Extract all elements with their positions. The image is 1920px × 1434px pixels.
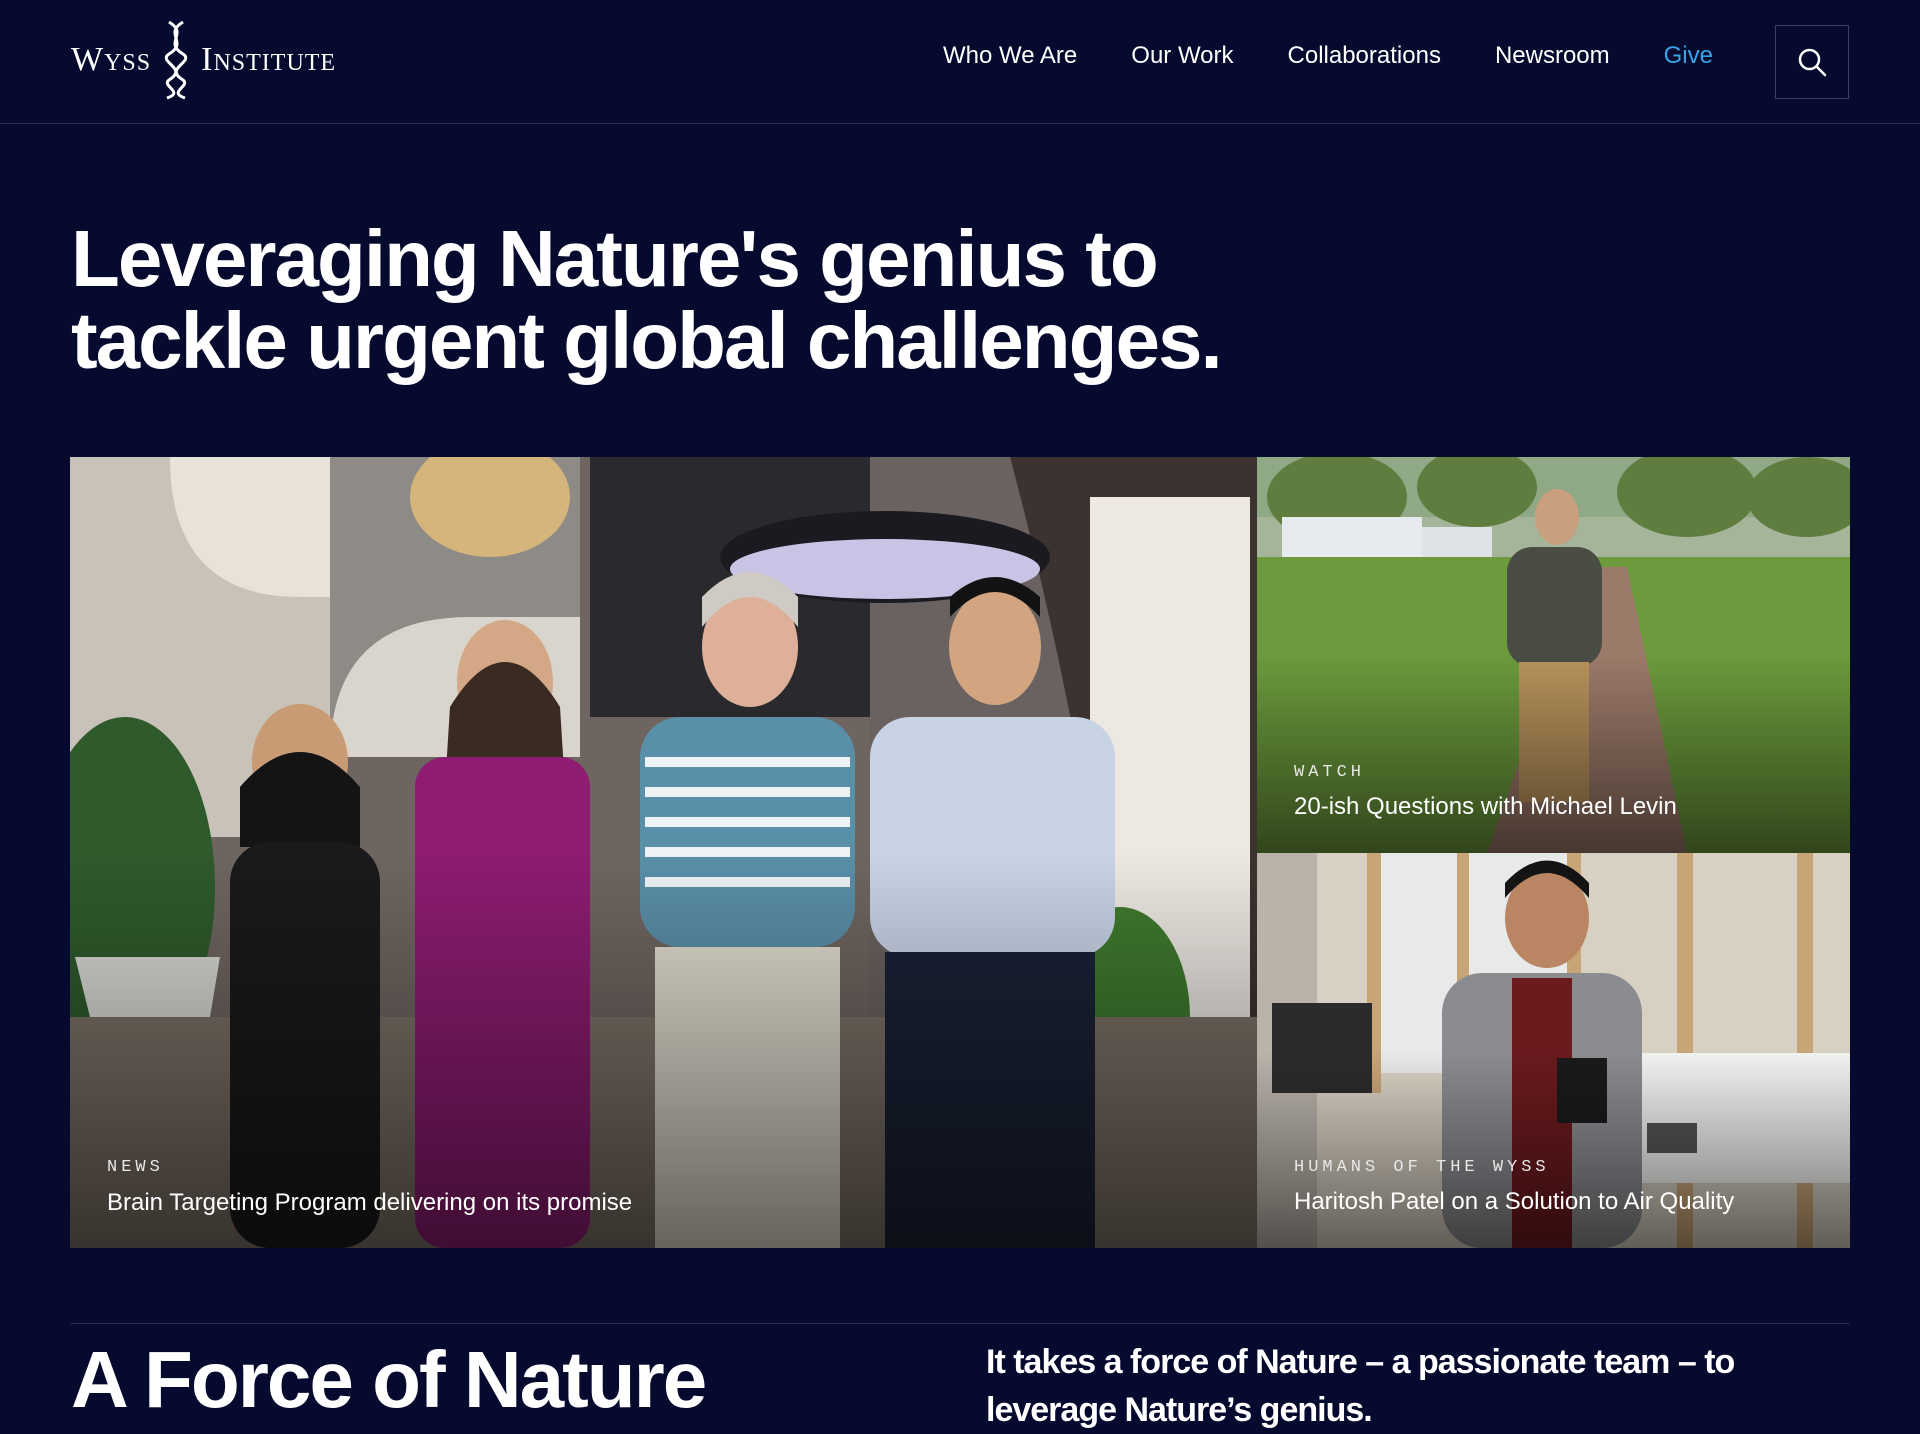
force-intro: It takes a force of Nature – a passionat…	[986, 1343, 1735, 1429]
nav-collaborations[interactable]: Collaborations	[1288, 42, 1441, 70]
section-divider	[70, 1323, 1850, 1324]
feature-title: Haritosh Patel on a Solution to Air Qual…	[1294, 1188, 1735, 1215]
feature-card-overlay	[1257, 655, 1850, 853]
search-button[interactable]	[1775, 25, 1849, 99]
feature-card-humans[interactable]: HUMANS OF THE WYSS Haritosh Patel on a S…	[1257, 853, 1850, 1248]
feature-card-watch[interactable]: WATCH 20-ish Questions with Michael Levi…	[1257, 457, 1850, 853]
logo-text-institute: Institute	[201, 41, 337, 78]
wyss-logo[interactable]: Wyss Institute	[71, 20, 336, 100]
site-header: Wyss Institute Who We Are Our Work Colla…	[0, 0, 1920, 124]
nav-our-work[interactable]: Our Work	[1131, 42, 1233, 70]
feature-card-overlay	[1257, 1050, 1850, 1248]
logo-text-wyss: Wyss	[71, 41, 152, 78]
hero-title: Leveraging Nature's genius to tackle urg…	[71, 214, 1223, 385]
nav-who-we-are[interactable]: Who We Are	[943, 42, 1077, 70]
search-icon	[1798, 48, 1827, 77]
feature-card-news[interactable]: NEWS Brain Targeting Program delivering …	[70, 457, 1257, 1248]
nav-newsroom[interactable]: Newsroom	[1495, 42, 1610, 70]
nav-give[interactable]: Give	[1664, 42, 1713, 70]
main-nav: Who We Are Our Work Collaborations Newsr…	[943, 42, 1713, 70]
feature-kicker: NEWS	[107, 1158, 164, 1177]
feature-kicker: HUMANS OF THE WYSS	[1294, 1158, 1550, 1177]
force-title: A Force of Nature	[71, 1335, 707, 1424]
feature-kicker: WATCH	[1294, 763, 1366, 782]
feature-title: Brain Targeting Program delivering on it…	[107, 1189, 633, 1216]
feature-title: 20-ish Questions with Michael Levin	[1294, 793, 1677, 820]
helix-icon	[165, 20, 188, 100]
